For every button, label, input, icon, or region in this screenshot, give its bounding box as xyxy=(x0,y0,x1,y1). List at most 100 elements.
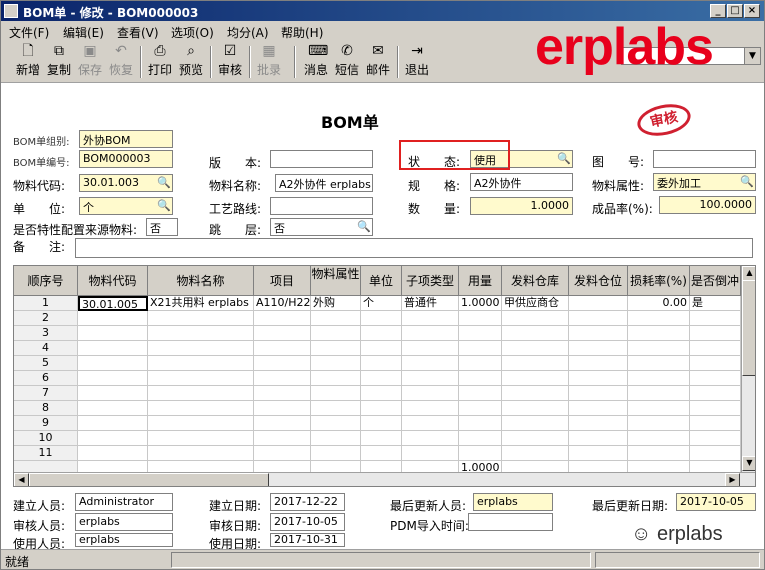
menu-view[interactable]: 查看(V) xyxy=(117,24,159,41)
grid-cell[interactable] xyxy=(502,356,569,371)
grid-cell[interactable] xyxy=(254,326,311,341)
print-button[interactable]: ⎙ 打印 xyxy=(145,44,175,82)
grid-cell[interactable] xyxy=(569,431,628,446)
grid-cell[interactable] xyxy=(459,386,502,401)
grid-cell[interactable] xyxy=(78,386,148,401)
grid-cell[interactable] xyxy=(628,356,690,371)
grid-cell[interactable] xyxy=(361,311,402,326)
grid-cell[interactable] xyxy=(78,356,148,371)
menu-split[interactable]: 均分(A) xyxy=(227,24,269,41)
grid-cell[interactable] xyxy=(361,386,402,401)
grid-cell[interactable]: 是 xyxy=(690,296,741,311)
drawing-no-field[interactable] xyxy=(653,150,756,168)
grid-cell[interactable] xyxy=(459,356,502,371)
col-header-warehouse[interactable]: 发料仓库 xyxy=(502,266,569,296)
col-header-backflush[interactable]: 是否倒冲 xyxy=(690,266,741,296)
grid-cell[interactable] xyxy=(690,311,741,326)
grid-cell[interactable] xyxy=(502,431,569,446)
grid-cell[interactable] xyxy=(690,431,741,446)
grid-cell[interactable]: 普通件 xyxy=(402,296,459,311)
grid-cell[interactable] xyxy=(569,446,628,461)
lookup-icon[interactable]: 🔍 xyxy=(157,176,171,190)
grid-cell[interactable] xyxy=(502,401,569,416)
grid-cell[interactable] xyxy=(311,341,361,356)
scroll-thumb[interactable] xyxy=(742,280,755,376)
grid-cell[interactable] xyxy=(402,326,459,341)
grid-cell[interactable]: 甲供应商仓 xyxy=(502,296,569,311)
grid-cell[interactable] xyxy=(78,341,148,356)
scroll-left-icon[interactable]: ◀ xyxy=(14,473,29,486)
grid-cell[interactable] xyxy=(569,401,628,416)
grid-cell[interactable] xyxy=(402,431,459,446)
grid-cell[interactable] xyxy=(78,401,148,416)
grid-cell[interactable] xyxy=(254,311,311,326)
route-field[interactable] xyxy=(270,197,373,215)
approve-button[interactable]: ▦ 批录 xyxy=(254,44,284,82)
grid-cell[interactable] xyxy=(690,356,741,371)
grid-cell[interactable] xyxy=(78,371,148,386)
grid-cell[interactable] xyxy=(628,311,690,326)
grid-cell[interactable] xyxy=(502,416,569,431)
skip-field[interactable]: 否 🔍 xyxy=(270,218,373,236)
grid-cell[interactable] xyxy=(311,416,361,431)
material-name-field[interactable]: A2外协件 erplabs xyxy=(275,174,373,192)
audit-button[interactable]: ☑ 审核 xyxy=(215,44,245,82)
grid-cell[interactable] xyxy=(254,386,311,401)
grid-cell[interactable] xyxy=(459,311,502,326)
col-header-type[interactable]: 子项类型 xyxy=(402,266,459,296)
lookup-icon[interactable]: 🔍 xyxy=(557,152,571,166)
minimize-button[interactable]: _ xyxy=(710,4,726,18)
grid-cell[interactable] xyxy=(361,431,402,446)
grid-cell[interactable] xyxy=(569,341,628,356)
new-button[interactable]: 🗋 新增 xyxy=(13,44,43,82)
grid-cell[interactable] xyxy=(459,326,502,341)
grid-cell[interactable] xyxy=(690,371,741,386)
grid-cell[interactable] xyxy=(148,401,254,416)
grid-cell[interactable] xyxy=(569,326,628,341)
grid-cell[interactable] xyxy=(628,386,690,401)
remark-field[interactable] xyxy=(75,238,753,258)
col-header-seq[interactable]: 顺序号 xyxy=(14,266,78,296)
grid-cell[interactable]: 个 xyxy=(361,296,402,311)
feature-source-field[interactable]: 否 xyxy=(146,218,178,236)
grid-cell[interactable] xyxy=(311,386,361,401)
grid-cell[interactable] xyxy=(690,401,741,416)
grid-cell[interactable] xyxy=(402,356,459,371)
vertical-scrollbar[interactable]: ▲ ▼ xyxy=(741,266,755,472)
grid-cell[interactable] xyxy=(690,416,741,431)
grid-cell[interactable] xyxy=(148,326,254,341)
scroll-right-icon[interactable]: ▶ xyxy=(725,473,740,486)
grid-cell[interactable] xyxy=(78,326,148,341)
mail-button[interactable]: ✉ 邮件 xyxy=(363,44,393,82)
grid-cell[interactable] xyxy=(690,326,741,341)
grid-cell[interactable] xyxy=(361,371,402,386)
grid-cell[interactable] xyxy=(402,371,459,386)
grid-cell[interactable] xyxy=(311,431,361,446)
menu-file[interactable]: 文件(F) xyxy=(9,24,49,41)
menu-help[interactable]: 帮助(H) xyxy=(281,24,323,41)
version-field[interactable] xyxy=(270,150,373,168)
grid-cell[interactable] xyxy=(569,296,628,311)
col-header-unit[interactable]: 单位 xyxy=(361,266,402,296)
grid-cell[interactable] xyxy=(628,326,690,341)
grid-cell[interactable] xyxy=(254,371,311,386)
restore-button[interactable]: ↶ 恢复 xyxy=(106,44,136,82)
grid-cell[interactable] xyxy=(402,341,459,356)
grid-cell[interactable] xyxy=(569,356,628,371)
grid-cell[interactable] xyxy=(502,446,569,461)
grid-cell[interactable] xyxy=(311,356,361,371)
grid-cell[interactable] xyxy=(78,416,148,431)
maximize-button[interactable]: □ xyxy=(727,4,743,18)
horizontal-scrollbar[interactable]: ◀ ▶ xyxy=(14,472,755,486)
grid-cell[interactable]: 30.01.005 xyxy=(78,296,148,311)
material-attr-field[interactable]: 委外加工 🔍 xyxy=(653,173,756,191)
grid-cell[interactable] xyxy=(148,341,254,356)
grid-cell[interactable] xyxy=(361,341,402,356)
grid-cell[interactable] xyxy=(78,311,148,326)
grid-cell[interactable] xyxy=(690,386,741,401)
copy-button[interactable]: ⧉ 复制 xyxy=(44,44,74,82)
col-header-name[interactable]: 物料名称 xyxy=(148,266,254,296)
grid-cell[interactable] xyxy=(254,401,311,416)
col-header-code[interactable]: 物料代码 xyxy=(78,266,148,296)
hscroll-thumb[interactable] xyxy=(29,473,269,486)
